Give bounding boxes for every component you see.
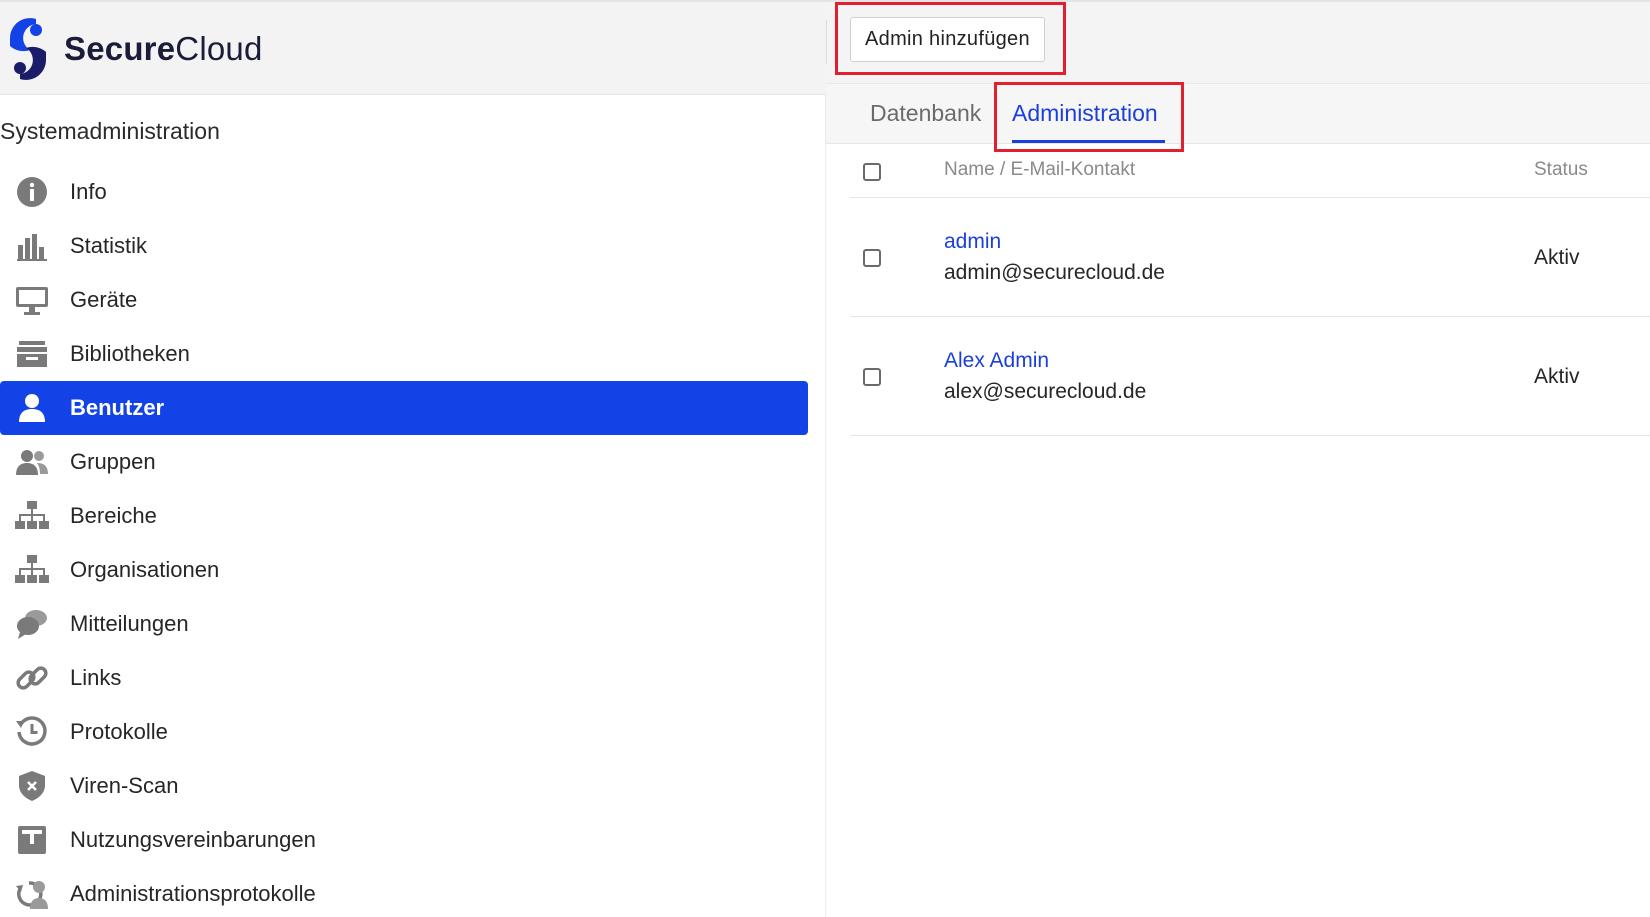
table-header: Name / E-Mail-Kontakt Status <box>850 145 1650 198</box>
sidebar-nav: Info Statistik Geräte Bibliotheken Benut… <box>0 165 808 917</box>
agreement-icon <box>14 822 50 858</box>
sidebar-item-benutzer[interactable]: Benutzer <box>0 381 808 435</box>
bar-chart-icon <box>14 228 50 264</box>
sidebar-item-gruppen[interactable]: Gruppen <box>0 435 808 489</box>
link-icon <box>14 660 50 696</box>
app-logo-text: SecureCloud <box>64 30 263 68</box>
column-header-status[interactable]: Status <box>1534 159 1588 181</box>
sidebar-item-administrationsprotokolle[interactable]: Administrationsprotokolle <box>0 867 808 917</box>
sidebar-item-viren-scan[interactable]: Viren-Scan <box>0 759 808 813</box>
user-status: Aktiv <box>1534 246 1580 269</box>
comments-icon <box>14 606 50 642</box>
sidebar-item-links[interactable]: Links <box>0 651 808 705</box>
sidebar-item-label: Statistik <box>70 233 148 258</box>
info-icon <box>14 174 50 210</box>
users-icon <box>14 444 50 480</box>
sidebar-item-label: Bereiche <box>70 503 157 528</box>
user-name-link[interactable]: admin <box>944 230 1001 254</box>
content-toolbar: Admin hinzufügen <box>826 2 1650 84</box>
sidebar-item-bereiche[interactable]: Bereiche <box>0 489 808 543</box>
sidebar-item-label: Viren-Scan <box>70 773 179 798</box>
tab-datenbank[interactable]: Datenbank <box>870 100 981 127</box>
sidebar-item-statistik[interactable]: Statistik <box>0 219 808 273</box>
sidebar-item-nutzungsvereinbarungen[interactable]: Nutzungsvereinbarungen <box>0 813 808 867</box>
history-icon <box>14 714 50 750</box>
sidebar-item-bibliotheken[interactable]: Bibliotheken <box>0 327 808 381</box>
admin-log-icon <box>14 876 50 912</box>
table-row: Alex Admin alex@securecloud.de Aktiv <box>850 317 1650 436</box>
sidebar-item-info[interactable]: Info <box>0 165 808 219</box>
row-checkbox[interactable] <box>863 249 881 267</box>
user-email: alex@securecloud.de <box>944 380 1147 403</box>
sidebar-item-label: Gruppen <box>70 449 156 474</box>
archive-icon <box>14 336 50 372</box>
column-header-name[interactable]: Name / E-Mail-Kontakt <box>944 159 1135 181</box>
active-tab-indicator <box>1012 140 1165 143</box>
logo-text-bold: Secure <box>64 30 176 67</box>
sidebar-item-label: Protokolle <box>70 719 168 744</box>
user-status: Aktiv <box>1534 365 1580 388</box>
tabs-bar: Datenbank Administration <box>826 84 1650 144</box>
sidebar-item-geraete[interactable]: Geräte <box>0 273 808 327</box>
row-checkbox[interactable] <box>863 368 881 386</box>
admin-table: Name / E-Mail-Kontakt Status admin admin… <box>850 145 1650 436</box>
sidebar-item-label: Mitteilungen <box>70 611 189 636</box>
user-icon <box>14 390 50 426</box>
sidebar-item-label: Info <box>70 179 107 204</box>
sidebar-item-label: Bibliotheken <box>70 341 190 366</box>
logo-text-regular: Cloud <box>175 30 263 67</box>
sidebar-item-protokolle[interactable]: Protokolle <box>0 705 808 759</box>
monitor-icon <box>14 282 50 318</box>
user-email: admin@securecloud.de <box>944 261 1165 284</box>
sidebar-item-label: Nutzungsvereinbarungen <box>70 827 316 852</box>
shield-x-icon <box>14 768 50 804</box>
sitemap-icon <box>14 498 50 534</box>
securecloud-logo-icon <box>6 16 50 82</box>
sidebar-item-label: Benutzer <box>70 395 165 420</box>
user-name-link[interactable]: Alex Admin <box>944 349 1049 373</box>
select-all-checkbox[interactable] <box>863 163 881 181</box>
sidebar-item-label: Administrationsprotokolle <box>70 881 316 906</box>
sidebar-divider <box>825 95 826 917</box>
sidebar-item-label: Geräte <box>70 287 138 312</box>
sidebar-item-mitteilungen[interactable]: Mitteilungen <box>0 597 808 651</box>
tab-administration[interactable]: Administration <box>1012 100 1158 127</box>
sidebar-item-organisationen[interactable]: Organisationen <box>0 543 808 597</box>
toolbar-separator <box>826 20 827 64</box>
sidebar-item-label: Links <box>70 665 122 690</box>
logo-bar: SecureCloud <box>0 2 826 95</box>
add-admin-button[interactable]: Admin hinzufügen <box>850 17 1045 62</box>
table-row: admin admin@securecloud.de Aktiv <box>850 198 1650 317</box>
sitemap-icon <box>14 552 50 588</box>
sidebar-item-label: Organisationen <box>70 557 220 582</box>
sidebar-section-title: Systemadministration <box>0 118 220 144</box>
